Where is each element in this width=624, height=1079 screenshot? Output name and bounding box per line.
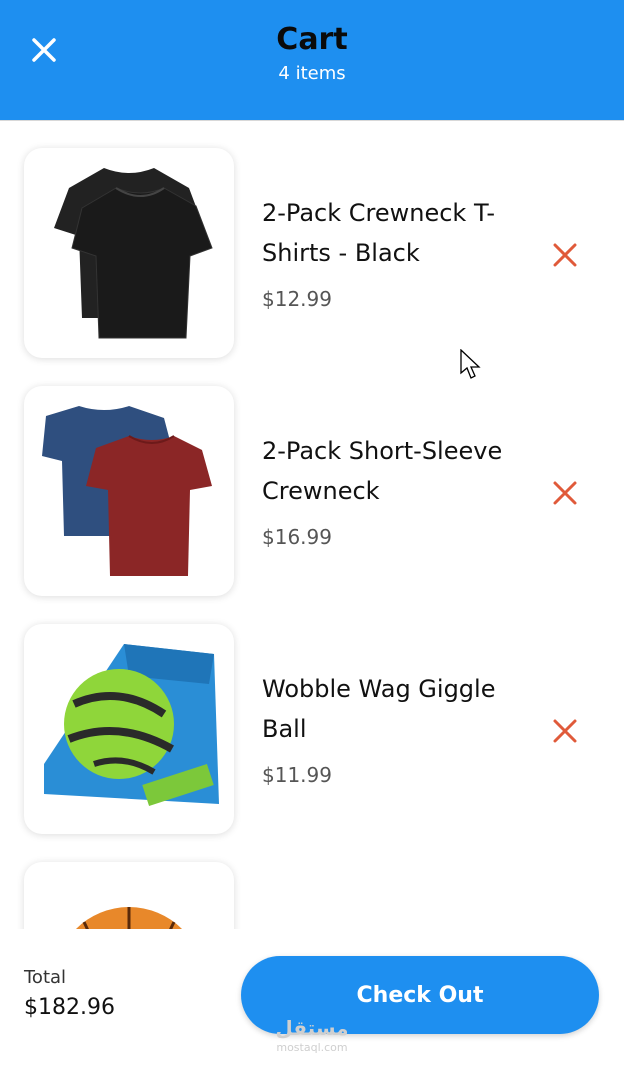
product-image-card [24, 148, 234, 358]
product-image-card [24, 386, 234, 596]
total-value: $182.96 [24, 995, 115, 1020]
cart-item [0, 835, 624, 929]
mouse-cursor-icon [460, 349, 481, 379]
product-image-card [24, 624, 234, 834]
cart-item: 2-Pack Crewneck T-Shirts - Black $12.99 [0, 121, 624, 359]
item-price: $11.99 [262, 763, 332, 787]
watermark: مستقل mostaql.com [272, 1015, 352, 1054]
watermark-arabic: مستقل [275, 1016, 349, 1040]
cart-list[interactable]: 2-Pack Crewneck T-Shirts - Black $12.99 … [0, 121, 624, 929]
remove-icon[interactable] [551, 479, 579, 507]
cart-header: Cart 4 items [0, 0, 624, 121]
watermark-latin: mostaql.com [276, 1041, 348, 1054]
black-tshirts-image [54, 168, 213, 339]
item-name: 2-Pack Crewneck T-Shirts - Black [262, 199, 496, 267]
cart-footer: Total $182.96 Check Out [0, 929, 624, 1079]
item-price: $16.99 [262, 525, 332, 549]
cart-item: Wobble Wag Giggle Ball $11.99 [0, 597, 624, 835]
total-label: Total [24, 967, 67, 988]
item-count: 4 items [278, 63, 346, 84]
item-name: 2-Pack Short-Sleeve Crewneck [262, 437, 503, 505]
item-name: Wobble Wag Giggle Ball [262, 675, 496, 743]
product-image-card [24, 862, 234, 929]
cart-item: 2-Pack Short-Sleeve Crewneck $16.99 [0, 359, 624, 597]
item-price: $12.99 [262, 287, 332, 311]
blue-red-tshirts-image [42, 406, 212, 576]
remove-icon[interactable] [551, 241, 579, 269]
giggle-ball-box-image [44, 644, 219, 806]
page-title: Cart [276, 22, 348, 57]
remove-icon[interactable] [551, 717, 579, 745]
basketball-image [75, 907, 183, 929]
